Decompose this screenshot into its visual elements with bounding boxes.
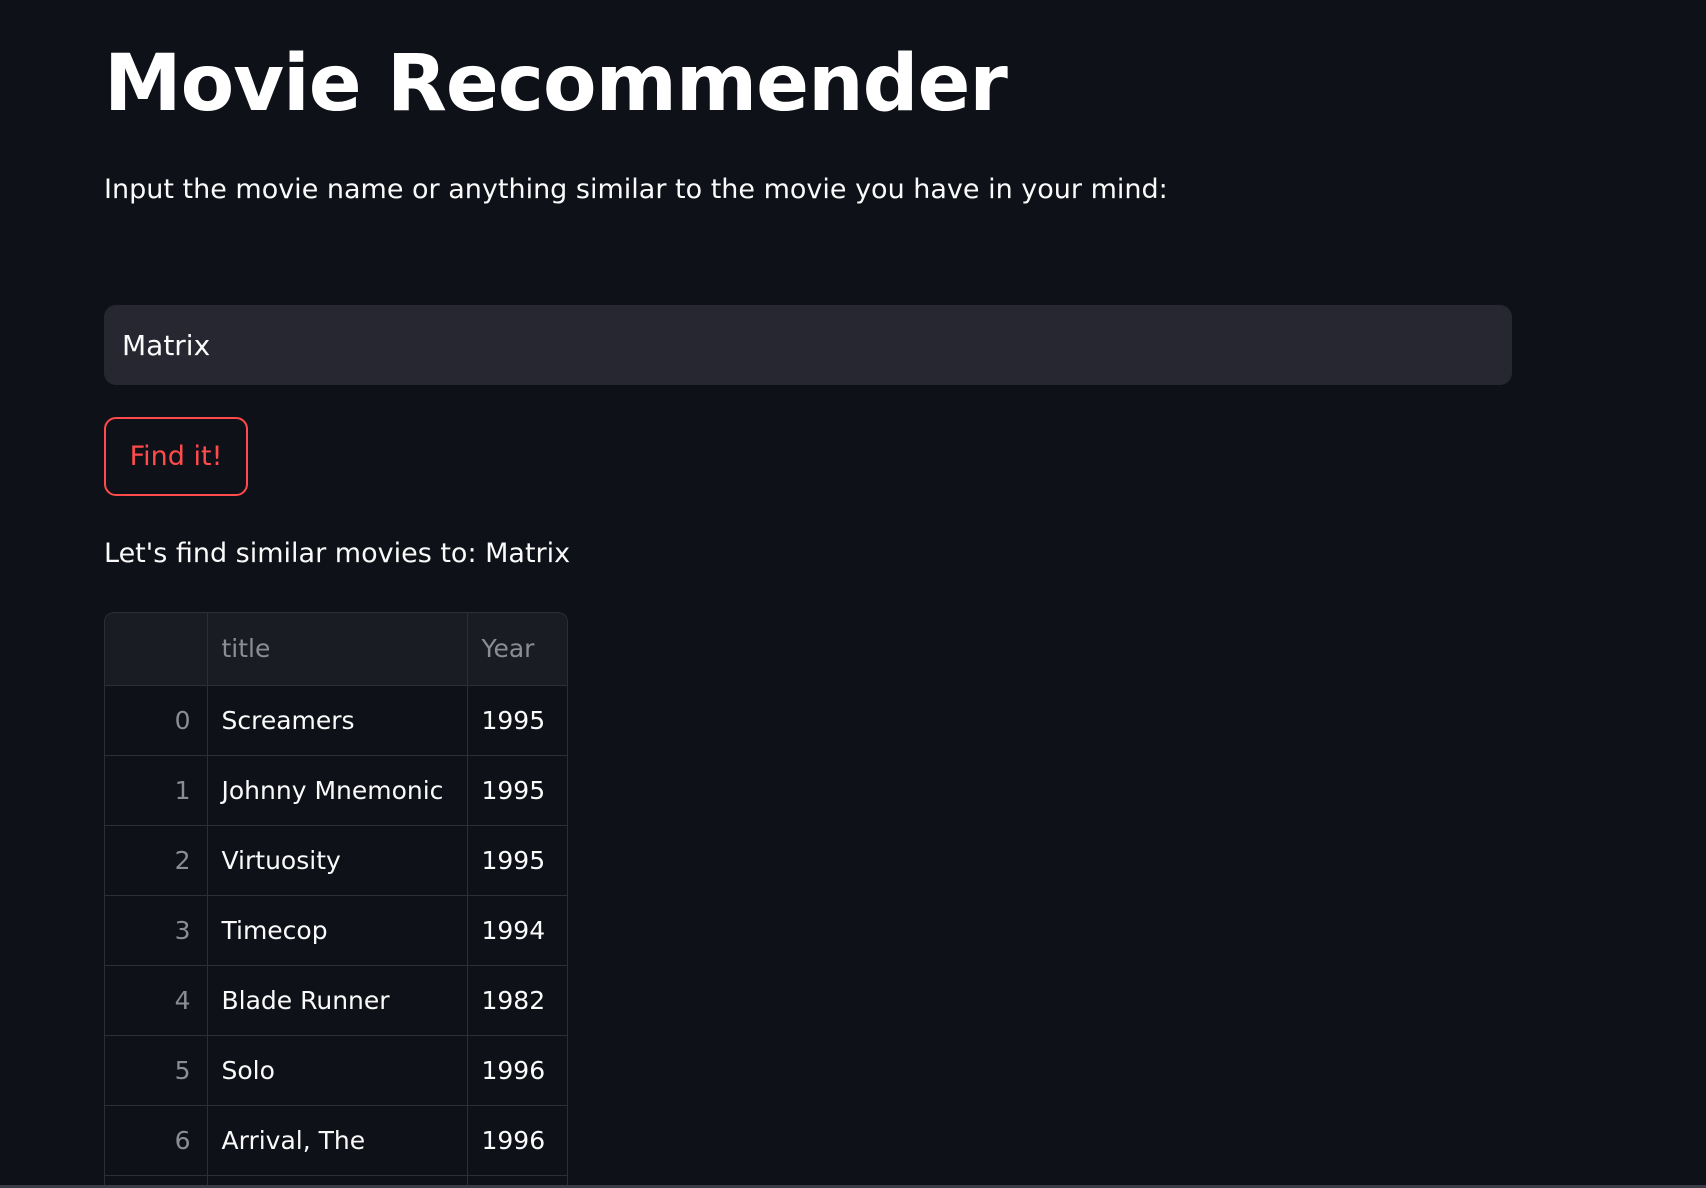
movie-year-cell[interactable]: 1995 [467,685,567,756]
page-title: Movie Recommender [104,39,1008,129]
row-index-cell: 6 [105,1105,208,1176]
movie-title-cell[interactable]: Blade Runner [207,965,468,1036]
movie-title-cell[interactable]: Johnny Mnemonic [207,755,468,826]
result-heading: Let's find similar movies to: Matrix [104,538,571,569]
movie-year-cell[interactable]: 1982 [467,965,567,1036]
results-grid: title Year 0 Screamers 1995 1 Johnny Mne… [105,613,567,1188]
table-row[interactable]: 5 Solo 1996 [105,1035,567,1106]
results-table[interactable]: title Year 0 Screamers 1995 1 Johnny Mne… [104,612,568,1188]
table-row[interactable]: 3 Timecop 1994 [105,895,567,966]
row-index-cell: 5 [105,1035,208,1106]
title-column-header[interactable]: title [207,613,468,686]
table-header-row: title Year [105,613,567,686]
search-input[interactable] [122,328,1494,362]
index-column-header[interactable] [105,613,208,686]
table-row[interactable]: 6 Arrival, The 1996 [105,1105,567,1176]
movie-title-cell[interactable]: Solo [207,1035,468,1106]
movie-year-cell[interactable]: 1995 [467,755,567,826]
find-button[interactable]: Find it! [104,417,248,496]
movie-title-cell[interactable]: Arrival, The [207,1105,468,1176]
table-row[interactable]: 2 Virtuosity 1995 [105,825,567,896]
movie-year-cell[interactable]: 1996 [467,1105,567,1176]
app-page: Movie Recommender Input the movie name o… [0,0,1706,1188]
movie-year-cell[interactable]: 1995 [467,825,567,896]
row-index-cell: 3 [105,895,208,966]
table-row[interactable]: 0 Screamers 1995 [105,685,567,756]
movie-title-cell[interactable]: Virtuosity [207,825,468,896]
year-column-header[interactable]: Year [467,613,567,686]
table-row[interactable]: 1 Johnny Mnemonic 1995 [105,755,567,826]
movie-year-cell[interactable]: 1996 [467,1035,567,1106]
table-row[interactable]: 4 Blade Runner 1982 [105,965,567,1036]
row-index-cell: 4 [105,965,208,1036]
search-prompt-text: Input the movie name or anything similar… [104,174,1168,205]
movie-title-cell[interactable]: Timecop [207,895,468,966]
row-index-cell: 0 [105,685,208,756]
search-input-container[interactable] [104,305,1512,385]
movie-year-cell[interactable]: 1994 [467,895,567,966]
row-index-cell: 2 [105,825,208,896]
movie-title-cell[interactable]: Screamers [207,685,468,756]
row-index-cell: 1 [105,755,208,826]
